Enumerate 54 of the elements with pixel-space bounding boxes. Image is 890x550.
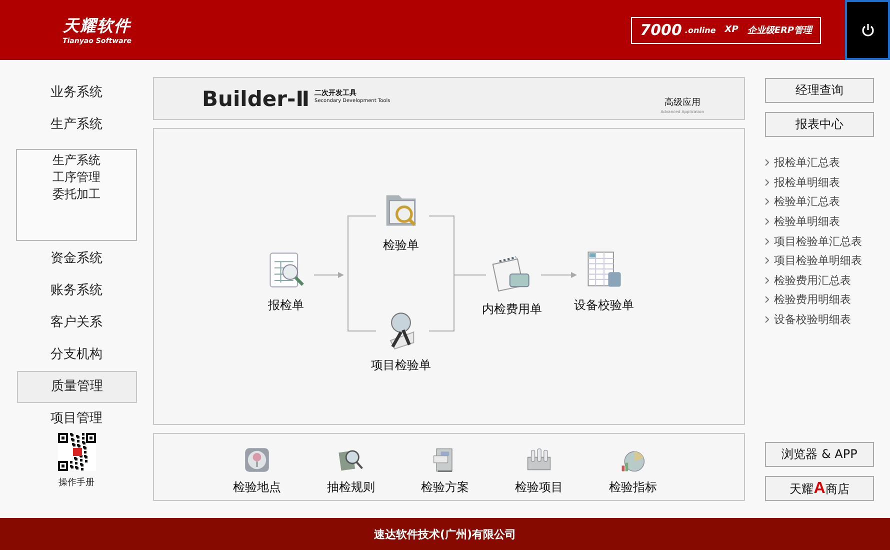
nav-item[interactable]: 生产系统	[16, 109, 136, 141]
report-link[interactable]: 检验费用明细表	[765, 290, 851, 310]
report-link[interactable]: 检验单汇总表	[765, 192, 840, 212]
chevron-icon	[765, 198, 769, 206]
manual-label: 操作手册	[58, 476, 94, 489]
submenu-item[interactable]: 工序管理	[48, 169, 104, 186]
chevron-icon	[765, 276, 769, 284]
nav-item[interactable]: 账务系统	[16, 275, 136, 307]
tool-item[interactable]: 抽检规则	[316, 446, 386, 500]
nav-item[interactable]: 质量管理	[17, 371, 137, 403]
nav-item[interactable]: 资金系统	[16, 243, 136, 275]
submenu-item[interactable]: 委托加工	[48, 186, 104, 203]
report-link[interactable]: 报检单汇总表	[765, 153, 840, 173]
chevron-icon	[765, 218, 769, 226]
banner-title: Builder-Ⅱ	[202, 86, 310, 110]
report-link[interactable]: 报检单明细表	[765, 172, 840, 192]
tool-item[interactable]: 检验指标	[598, 446, 668, 500]
app-button[interactable]: 浏览器 & APP	[765, 442, 874, 467]
report-link[interactable]: 设备校验明细表	[765, 310, 851, 330]
report-link[interactable]: 检验单明细表	[765, 212, 840, 232]
nav-item[interactable]: 客户关系	[16, 307, 136, 339]
report-link[interactable]: 项目检验单明细表	[765, 250, 862, 271]
tool-item[interactable]: 检验地点	[222, 446, 292, 500]
nav-item[interactable]: 业务系统	[16, 77, 136, 109]
report-button[interactable]: 报表中心	[765, 112, 874, 137]
store-button[interactable]: 天耀A商店	[765, 476, 874, 501]
advanced-title: 高级应用	[664, 96, 700, 108]
report-link[interactable]: 项目检验单汇总表	[765, 231, 862, 251]
nav-item[interactable]: 分支机构	[16, 339, 136, 371]
chevron-icon	[765, 316, 769, 324]
flow-node[interactable]: 项目检验单	[361, 309, 441, 374]
flow-node[interactable]: 报检单	[246, 249, 326, 314]
nav-item[interactable]: 项目管理	[16, 403, 136, 435]
chevron-icon	[765, 296, 769, 304]
report-button[interactable]: 经理查询	[765, 78, 874, 103]
flow-arrow	[540, 272, 577, 278]
submenu-item[interactable]: 生产系统	[48, 152, 104, 169]
flow-arrow	[314, 272, 344, 278]
report-link[interactable]: 检验费用汇总表	[765, 270, 851, 290]
logo-text: 天耀软件	[63, 16, 131, 36]
chevron-icon	[765, 257, 769, 264]
footer-text: 速达软件技术(广州)有限公司	[374, 526, 516, 542]
power-button[interactable]	[845, 0, 890, 60]
tool-item[interactable]: 检验方案	[410, 446, 480, 500]
flow-node[interactable]: 内检费用单	[472, 253, 552, 318]
tool-item[interactable]: 检验项目	[504, 446, 574, 500]
flow-node[interactable]: 检验单	[361, 189, 441, 254]
pin-icon	[243, 446, 271, 474]
power-icon	[860, 23, 874, 37]
chevron-icon	[765, 159, 769, 166]
flow-node[interactable]: 设备校验单	[564, 249, 644, 314]
chevron-icon	[765, 238, 769, 245]
chevron-icon	[765, 178, 769, 186]
qr-code-icon	[58, 433, 96, 471]
